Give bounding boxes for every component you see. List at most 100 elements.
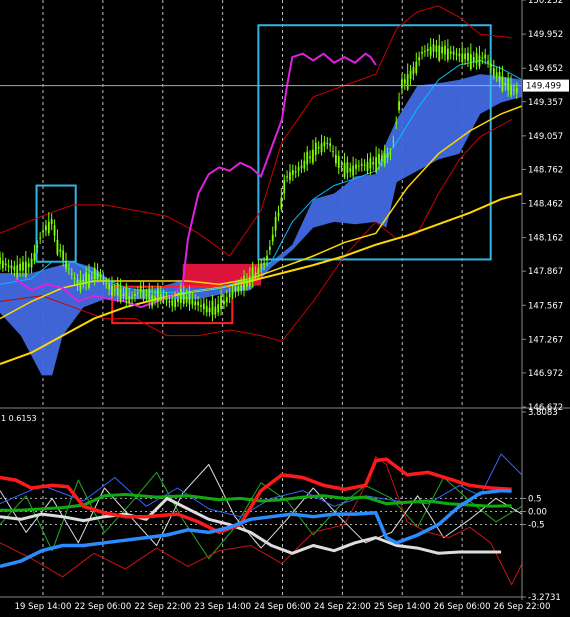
candle-body: [96, 271, 99, 279]
candle-body: [65, 260, 67, 269]
candle-body: [337, 156, 340, 168]
candle-body: [111, 285, 113, 296]
candle-body: [76, 279, 79, 285]
candle-body: [162, 296, 165, 300]
candle-body: [326, 142, 329, 144]
candle-body: [289, 172, 291, 181]
candle-body: [53, 225, 56, 236]
candle-body: [174, 299, 177, 307]
candle-body: [464, 53, 467, 60]
candle-body: [309, 156, 311, 159]
oscillator-title: 1 0.6153: [1, 414, 37, 423]
candle-body: [395, 122, 398, 124]
chart-canvas: 19 Sep 14:00 22 Sep 06:00 22 Sep 22:00 23 S…: [0, 0, 570, 612]
candle-body: [340, 166, 343, 168]
candle-body: [271, 234, 274, 242]
y-tick-label: 148.762: [528, 165, 563, 175]
candle-body: [191, 299, 194, 305]
candle-body: [56, 239, 59, 255]
candle-body: [214, 306, 217, 315]
candle-body: [223, 300, 225, 305]
y-tick-label: 148.462: [528, 200, 563, 210]
candle-body: [27, 263, 30, 268]
candle-body: [99, 274, 102, 276]
candle-body: [490, 64, 492, 67]
candle-body: [481, 57, 484, 59]
osc-y-tick-label: -0.5: [528, 521, 545, 531]
oscillator-label-prefix: 1: [1, 414, 7, 423]
candle-body: [59, 249, 62, 252]
candle-body: [134, 294, 136, 297]
candle-body: [151, 295, 154, 307]
candle-body: [168, 301, 171, 303]
chart-window: 19 Sep 14:00 22 Sep 06:00 22 Sep 22:00 23 S…: [0, 0, 570, 613]
candle-body: [19, 263, 21, 271]
candle-body: [349, 168, 352, 172]
candle-body: [188, 291, 191, 305]
candle-body: [461, 53, 464, 62]
candle-body: [498, 71, 501, 82]
candle-body: [277, 212, 280, 217]
candle-body: [444, 45, 446, 55]
y-tick-label: 149.357: [528, 98, 563, 108]
candle-body: [375, 157, 378, 172]
candle-body: [85, 272, 88, 285]
candle-body: [36, 245, 39, 248]
candle-body: [515, 87, 518, 93]
price-panel: [0, 0, 523, 407]
candle-body: [42, 230, 44, 233]
candle-body: [446, 48, 449, 60]
candle-body: [4, 263, 7, 266]
candle-body: [68, 268, 70, 270]
candle-body: [50, 219, 53, 225]
candle-body: [62, 250, 65, 261]
candle-body: [70, 273, 73, 275]
y-tick-label: 149.952: [528, 30, 563, 40]
candle-body: [291, 170, 294, 175]
candle-body: [314, 142, 317, 155]
candle-body: [128, 296, 131, 303]
candle-body: [10, 265, 13, 269]
candle-body: [406, 74, 409, 90]
y-tick-label: 147.267: [528, 335, 563, 345]
candle-body: [383, 153, 386, 165]
candle-body: [113, 289, 116, 291]
candle-body: [507, 78, 510, 91]
candle-body: [378, 153, 380, 164]
candle-body: [105, 283, 108, 285]
candle-body: [294, 171, 297, 173]
candle-body: [424, 50, 426, 52]
candle-body: [501, 76, 504, 91]
y-tick-label: 146.972: [528, 369, 563, 379]
candle-body: [185, 296, 188, 303]
candle-body: [452, 51, 455, 55]
y-tick-label: 147.567: [528, 301, 563, 311]
candle-body: [39, 237, 42, 239]
candle-body: [478, 55, 481, 67]
candle-body: [125, 288, 128, 301]
candle-body: [131, 297, 133, 299]
osc-y-tick-label: 0.00: [528, 507, 547, 517]
candle-body: [257, 268, 260, 275]
x-tick-label: 26 Sep 06:00: [434, 602, 491, 612]
candle-body: [421, 51, 423, 54]
candle-body: [366, 162, 369, 172]
candle-body: [409, 70, 412, 79]
candle-body: [93, 268, 96, 280]
candle-body: [386, 153, 389, 158]
osc-y-tick-label: -3.2731: [528, 593, 561, 603]
candle-body: [441, 46, 444, 54]
candle-body: [467, 52, 469, 61]
candle-body: [392, 141, 395, 143]
candle-body: [108, 283, 110, 290]
candle-body: [335, 154, 337, 164]
candle-body: [380, 155, 383, 161]
candle-body: [438, 45, 441, 61]
x-tick-label: 24 Sep 06:00: [254, 602, 311, 612]
candle-body: [122, 293, 125, 297]
candle-body: [274, 216, 277, 231]
candle-body: [303, 160, 306, 169]
candle-body: [300, 165, 303, 168]
candle-body: [231, 292, 234, 294]
candle-body: [283, 180, 286, 194]
